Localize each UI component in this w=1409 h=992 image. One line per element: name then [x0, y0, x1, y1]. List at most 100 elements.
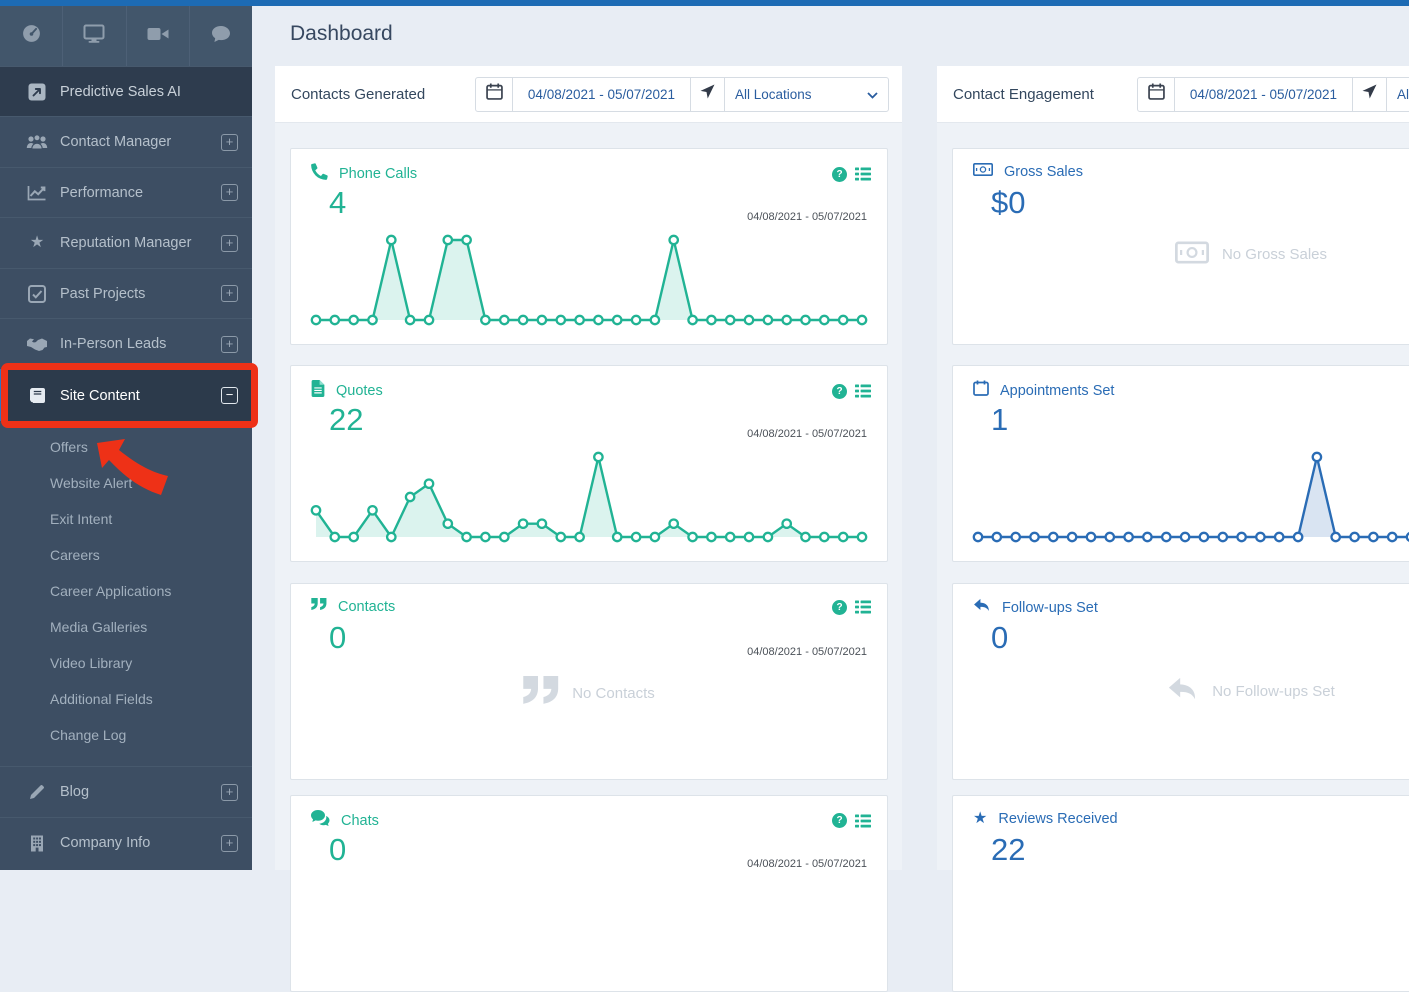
help-icon[interactable]: ?	[832, 600, 847, 615]
metric-value: 0	[991, 620, 1008, 656]
metric-value: $0	[991, 185, 1025, 221]
quotes-chart	[302, 441, 876, 553]
sidebar-item-label: Company Info	[60, 835, 150, 851]
sidebar-item-label: Predictive Sales AI	[60, 84, 181, 100]
filter-group: 04/08/2021 - 05/07/2021 All Locations	[475, 77, 889, 112]
sidebar-item-blog[interactable]: Blog +	[0, 766, 252, 817]
arrow-up-right-square-icon	[24, 83, 50, 101]
location-button[interactable]	[1352, 78, 1386, 111]
pencil-icon	[24, 784, 50, 800]
submenu-item-careers[interactable]: Careers	[0, 537, 252, 573]
phone-calls-card: Phone Calls ? 4 04/08/2021 - 05/07/2021	[290, 148, 888, 345]
empty-state: No Gross Sales	[953, 241, 1409, 268]
file-text-icon	[311, 380, 325, 402]
sidebar-item-label: Reputation Manager	[60, 235, 191, 251]
list-view-icon[interactable]	[855, 167, 871, 181]
phone-calls-chart	[302, 224, 876, 336]
submenu-item-career-applications[interactable]: Career Applications	[0, 573, 252, 609]
sidebar-item-past-projects[interactable]: Past Projects +	[0, 268, 252, 318]
video-nav-button[interactable]	[127, 6, 190, 66]
sidebar-item-contact-manager[interactable]: Contact Manager +	[0, 116, 252, 167]
calendar-button[interactable]	[476, 78, 512, 111]
expand-plus-icon[interactable]: +	[221, 784, 238, 801]
expand-plus-icon[interactable]: +	[221, 184, 238, 201]
location-select[interactable]: All Locations	[724, 78, 888, 111]
chat-nav-button[interactable]	[190, 6, 252, 66]
calendar-button[interactable]	[1138, 78, 1174, 111]
calendar-icon	[973, 380, 989, 401]
date-range-field[interactable]: 04/08/2021 - 05/07/2021	[1174, 78, 1352, 111]
submenu-item-video-library[interactable]: Video Library	[0, 645, 252, 681]
phone-icon	[311, 163, 328, 185]
card-title: Quotes	[336, 383, 383, 399]
page-title: Dashboard	[290, 22, 393, 46]
sidebar-item-site-content[interactable]: Site Content −	[0, 369, 252, 421]
star-icon: ★	[973, 810, 987, 828]
submenu-item-additional-fields[interactable]: Additional Fields	[0, 681, 252, 717]
submenu-item-exit-intent[interactable]: Exit Intent	[0, 501, 252, 537]
building-icon	[24, 835, 50, 852]
gauge-icon	[21, 24, 42, 48]
video-camera-icon	[147, 26, 169, 47]
submenu-item-website-alert[interactable]: Website Alert	[0, 465, 252, 501]
submenu-item-change-log[interactable]: Change Log	[0, 717, 252, 753]
help-icon[interactable]: ?	[832, 167, 847, 182]
appointments-chart	[964, 441, 1409, 553]
panel-title: Contacts Generated	[291, 86, 425, 103]
help-icon[interactable]: ?	[832, 813, 847, 828]
sidebar-item-in-person-leads[interactable]: In-Person Leads +	[0, 318, 252, 369]
submenu-item-media-galleries[interactable]: Media Galleries	[0, 609, 252, 645]
location-select[interactable]: All Locations	[1386, 78, 1409, 111]
metric-date-range: 04/08/2021 - 05/07/2021	[747, 858, 867, 870]
contact-engagement-panel: Contact Engagement 04/08/2021 - 05/07/20…	[937, 66, 1409, 870]
monitor-icon	[83, 24, 105, 48]
empty-state-text: No Follow-ups Set	[1212, 683, 1335, 700]
money-bill-icon	[1175, 241, 1209, 268]
location-button[interactable]	[690, 78, 724, 111]
expand-plus-icon[interactable]: +	[221, 285, 238, 302]
collapse-minus-icon[interactable]: −	[221, 387, 238, 404]
chats-icon	[311, 810, 330, 831]
metric-date-range: 04/08/2021 - 05/07/2021	[747, 211, 867, 223]
sidebar-item-predictive-sales-ai[interactable]: Predictive Sales AI	[0, 66, 252, 116]
location-arrow-icon	[700, 84, 715, 104]
follow-ups-set-card: Follow-ups Set ? 0 No Follow-ups Set	[952, 583, 1409, 780]
empty-state: No Follow-ups Set	[953, 676, 1409, 707]
book-icon	[24, 387, 50, 405]
date-range-field[interactable]: 04/08/2021 - 05/07/2021	[512, 78, 690, 111]
metric-value: 22	[991, 832, 1025, 868]
expand-plus-icon[interactable]: +	[221, 835, 238, 852]
chevron-down-icon	[867, 87, 878, 102]
sidebar: Predictive Sales AI Contact Manager + Pe…	[0, 6, 252, 870]
sidebar-item-reputation-manager[interactable]: ★ Reputation Manager +	[0, 217, 252, 268]
expand-plus-icon[interactable]: +	[221, 336, 238, 353]
sidebar-item-performance[interactable]: Performance +	[0, 167, 252, 217]
sidebar-item-label: Contact Manager	[60, 134, 171, 150]
dashboard-nav-button[interactable]	[0, 6, 63, 66]
submenu-item-offers[interactable]: Offers	[0, 429, 252, 465]
list-view-icon[interactable]	[855, 384, 871, 398]
quote-icon	[523, 676, 559, 710]
expand-plus-icon[interactable]: +	[221, 235, 238, 252]
gross-sales-card: Gross Sales ? $0 No Gross Sales	[952, 148, 1409, 345]
site-content-submenu: Offers Website Alert Exit Intent Careers…	[0, 421, 252, 766]
contacts-card: Contacts ? 0 04/08/2021 - 05/07/2021 No …	[290, 583, 888, 780]
filter-group: 04/08/2021 - 05/07/2021 All Locations	[1137, 77, 1409, 112]
appointments-set-card: Appointments Set ? 1 04/08/2021 - 05/07/…	[952, 365, 1409, 562]
metric-value: 0	[329, 620, 346, 656]
card-title: Appointments Set	[1000, 383, 1114, 399]
list-view-icon[interactable]	[855, 600, 871, 614]
sidebar-item-company-info[interactable]: Company Info +	[0, 817, 252, 868]
desktop-nav-button[interactable]	[63, 6, 126, 66]
sidebar-item-label: Site Content	[60, 388, 140, 404]
chart-line-icon	[24, 185, 50, 201]
star-icon: ★	[24, 235, 50, 251]
sidebar-item-label: Past Projects	[60, 286, 145, 302]
card-title: Chats	[341, 813, 379, 829]
dashboard-page: { "colors": { "topbar_blue": "#1d6bb4", …	[0, 0, 1409, 870]
metric-value: 4	[329, 185, 346, 221]
empty-state: No Contacts	[291, 676, 887, 710]
list-view-icon[interactable]	[855, 814, 871, 828]
expand-plus-icon[interactable]: +	[221, 134, 238, 151]
help-icon[interactable]: ?	[832, 384, 847, 399]
